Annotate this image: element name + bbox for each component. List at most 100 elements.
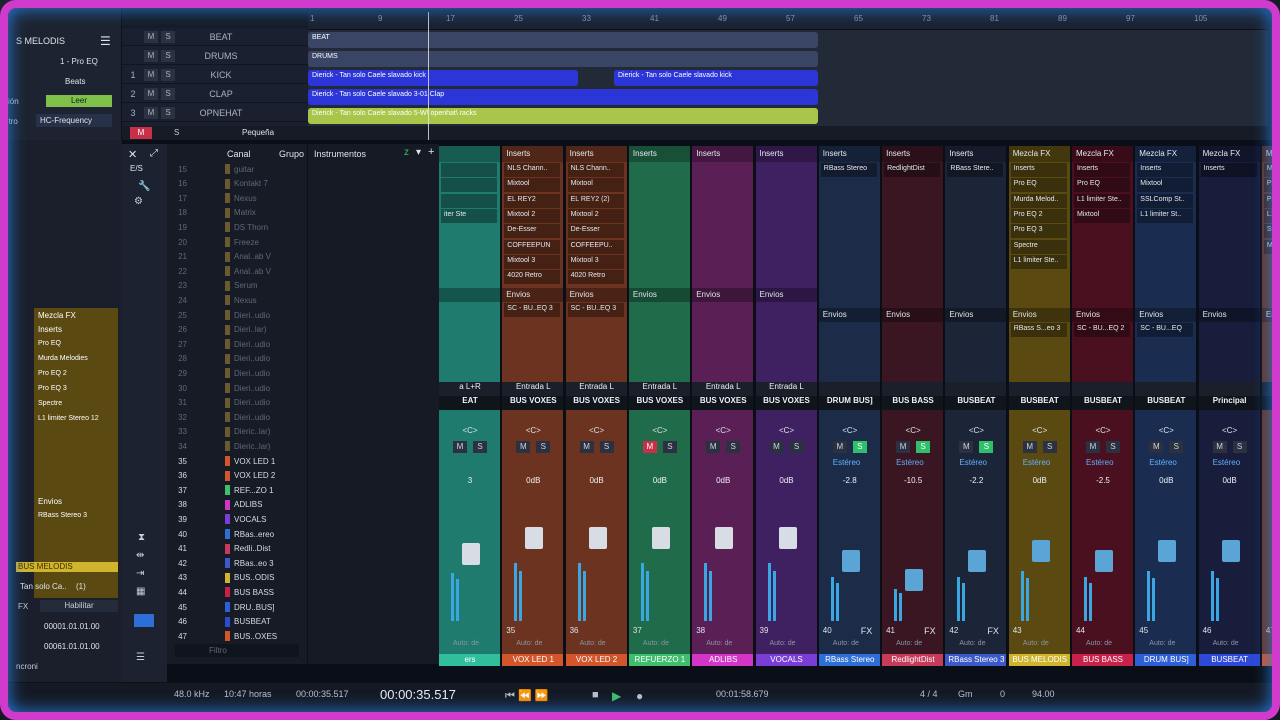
collapse-icon[interactable]: ⇹ [136, 550, 144, 561]
automation-label[interactable]: Auto: de [580, 640, 606, 647]
pan-control[interactable]: <C> [1086, 426, 1120, 436]
input-select[interactable] [882, 382, 944, 396]
volume-fader[interactable] [512, 491, 556, 621]
track-header[interactable]: M S DRUMS [122, 47, 308, 65]
sends-header[interactable]: Envios [565, 288, 627, 302]
fader-cap[interactable] [778, 527, 797, 550]
insert-slot[interactable]: L1 limi [1263, 208, 1280, 223]
automation-label[interactable]: Auto: de [453, 640, 479, 647]
channel-list-item[interactable]: 47 BUS..OXES [167, 629, 307, 643]
pan-control[interactable]: <C> [1023, 426, 1057, 436]
channel-list-item[interactable]: 33 Dieric..lar) [167, 425, 307, 439]
insert-slot[interactable]: Spectre [38, 400, 62, 407]
solo-button[interactable]: S [161, 30, 175, 43]
output-select[interactable]: Princ [1261, 396, 1280, 410]
fader-cap[interactable] [1158, 540, 1177, 563]
track-header[interactable]: 3 M S OPNEHAT [122, 104, 308, 122]
channel-list-item[interactable]: 39 VOCALS [167, 512, 307, 526]
volume-fader[interactable] [702, 491, 746, 621]
channel-list-item[interactable]: 27 Dieri..udio [167, 337, 307, 351]
input-select[interactable] [818, 382, 880, 396]
sends-header[interactable] [439, 288, 500, 302]
inserts-header[interactable]: Inserts [692, 146, 754, 162]
automation-label[interactable]: Auto: de [1086, 640, 1112, 647]
stop-icon[interactable]: ■ [592, 689, 599, 701]
channel-list-item[interactable]: 31 Dieri..udio [167, 396, 307, 410]
input-select[interactable] [945, 382, 1007, 396]
rewind-icon[interactable]: ⏮ ⏪ ⏩ [505, 689, 548, 703]
inserts-header[interactable]: Inserts [755, 146, 817, 162]
insert-slot[interactable]: Pro EQ 3 [38, 385, 67, 392]
insert-slot[interactable]: Pro EQ 3 [1010, 224, 1067, 239]
insert-slot[interactable]: L1 limiter Ste.. [1074, 193, 1130, 208]
insert-slot[interactable]: SSLComp St.. [1137, 193, 1194, 208]
sends-header[interactable]: Envios [628, 288, 690, 302]
z-icon[interactable]: z [404, 147, 409, 158]
channel-list-item[interactable]: 28 Dieri..udio [167, 352, 307, 366]
solo-button[interactable]: S [161, 49, 175, 62]
inserts-header[interactable]: Inserts [628, 146, 690, 162]
gear-icon[interactable]: ⚙ [134, 196, 143, 207]
keyboard-icon[interactable] [134, 614, 154, 627]
insert-slot[interactable]: 4020 Retro [504, 270, 561, 285]
track-header[interactable]: 2 M S CLAP [122, 85, 308, 103]
freq-select[interactable]: HC-Frequency [36, 114, 112, 127]
volume-fader[interactable] [639, 491, 683, 621]
expand-icon[interactable]: ⤢ [150, 148, 158, 159]
channel-list-item[interactable]: 36 VOX LED 2 [167, 469, 307, 483]
channel-list-item[interactable]: 16 Kontakt 7 [167, 177, 307, 191]
fader-cap[interactable] [588, 527, 607, 550]
insert-slot[interactable]: Inserts [1200, 163, 1257, 177]
sends-header[interactable]: Envios [502, 288, 564, 302]
channel-list-item[interactable]: 40 RBas..ereo [167, 527, 307, 541]
track-header[interactable]: M S BEAT [122, 28, 308, 46]
channel-list-item[interactable]: 42 RBas..eo 3 [167, 556, 307, 570]
mute-button[interactable]: M [1275, 441, 1280, 453]
volume-fader[interactable] [1272, 491, 1280, 621]
inserts-header[interactable]: Mezcla FX [1072, 146, 1133, 162]
grid-icon[interactable]: ▦ [136, 586, 145, 597]
insert-slot[interactable]: Inserts [1010, 163, 1067, 177]
size-select[interactable]: Pequeña [242, 128, 274, 137]
insert-slot[interactable]: Spectre [1010, 239, 1067, 254]
mute-button[interactable]: M [516, 441, 531, 453]
sends-header[interactable]: Envios [818, 308, 880, 322]
solo-button[interactable]: S [536, 441, 551, 453]
channel-list-item[interactable]: 22 Anal..ab V [167, 264, 307, 278]
automation-label[interactable]: Auto: de [1023, 640, 1049, 647]
mute-button[interactable]: M [959, 441, 974, 453]
inserts-header[interactable]: Mezcla FX [1198, 146, 1260, 162]
channel-list-item[interactable]: 23 Serum [167, 279, 307, 293]
send-slot[interactable]: SC - BU..EQ 3 [504, 303, 561, 317]
pan-control[interactable]: <C> [643, 426, 677, 436]
channel-list-item[interactable]: 45 DRU..BUS] [167, 600, 307, 614]
wrench-icon[interactable]: 🔧 [138, 181, 150, 192]
list-icon[interactable]: ☰ [136, 652, 145, 663]
insert-slot[interactable]: RBass Stere.. [947, 163, 1004, 177]
insert-slot[interactable]: Mixtool 3 [504, 254, 561, 269]
insert-slot[interactable]: RedlightDist [884, 163, 941, 177]
inserts-header[interactable]: Mezcla FX [1008, 146, 1070, 162]
mute-button[interactable]: M [896, 441, 911, 453]
mute-button[interactable]: M [144, 87, 158, 100]
insert-slot[interactable]: Pro EQ [1074, 178, 1130, 193]
mute-button[interactable]: M [144, 30, 158, 43]
mute-button[interactable]: M [144, 106, 158, 119]
send-slot[interactable]: SC - BU...EQ [1137, 323, 1194, 337]
fader-cap[interactable] [1095, 549, 1113, 572]
solo-button[interactable]: S [916, 441, 931, 453]
output-select[interactable]: BUS VOXES [502, 396, 564, 410]
insert-slot[interactable]: Pro EQ 2 [38, 370, 67, 377]
channel-list-item[interactable]: 43 BUS..ODIS [167, 571, 307, 585]
send-slot[interactable]: RBass Stereo 3 [38, 512, 87, 519]
automation-label[interactable]: Auto: de [706, 640, 732, 647]
fx-label[interactable]: FX [861, 626, 873, 636]
sends-header[interactable]: Envios [882, 308, 944, 322]
preset-label[interactable]: 1 - Pro EQ [60, 57, 98, 66]
automation-label[interactable]: Auto: de [770, 640, 796, 647]
solo-button[interactable]: S [662, 441, 677, 453]
insert-slot[interactable]: Pro EQ [1010, 178, 1067, 193]
inserts-header[interactable]: Inserts [818, 146, 880, 162]
input-select[interactable]: Entrada L [755, 382, 817, 396]
channel-list-item[interactable]: 32 Dieri..udio [167, 410, 307, 424]
